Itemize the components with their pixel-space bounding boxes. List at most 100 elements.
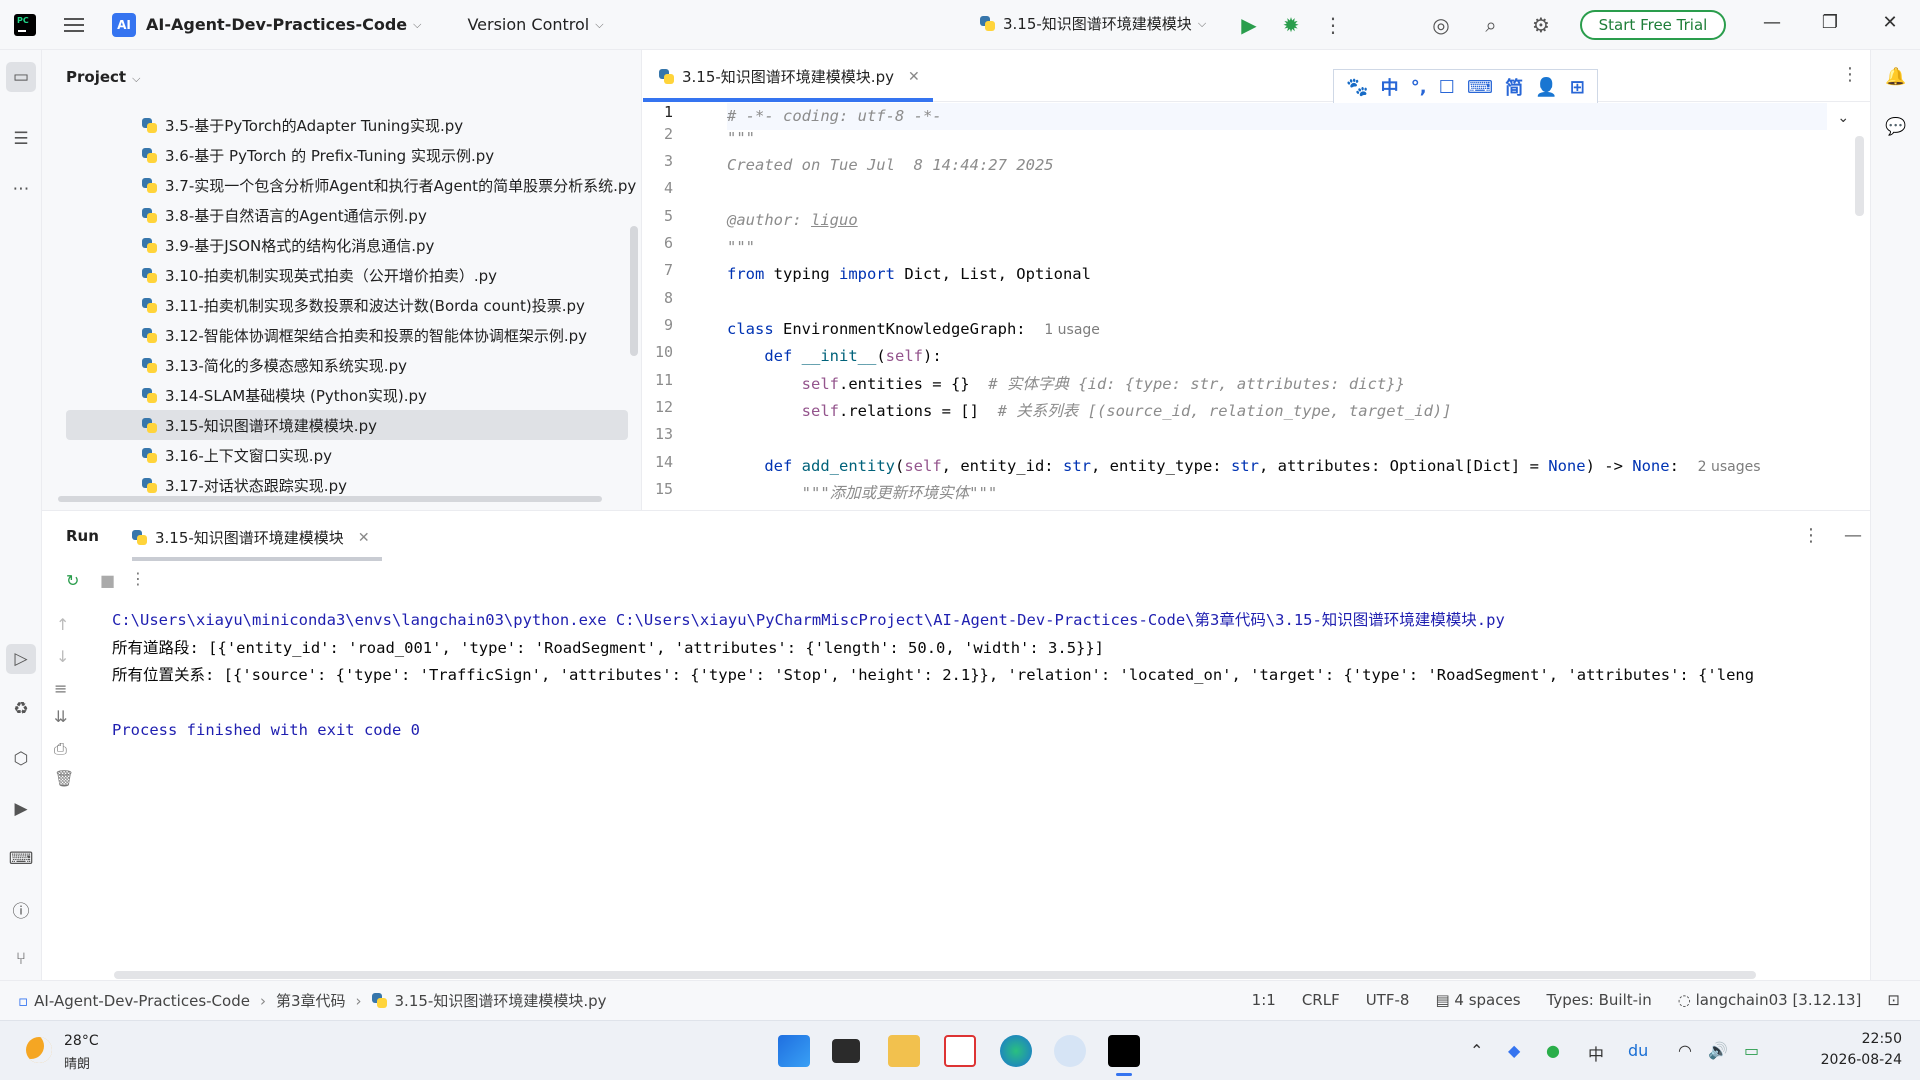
pycharm-taskbar-icon[interactable] bbox=[1108, 1035, 1140, 1067]
scroll-to-end-icon[interactable]: ⇊ bbox=[54, 707, 67, 726]
more-actions-icon[interactable]: ⋮ bbox=[130, 569, 146, 588]
hide-panel-icon[interactable]: — bbox=[1844, 525, 1862, 546]
lock-icon[interactable]: ⊡ bbox=[1887, 991, 1900, 1009]
ai-chat-icon[interactable]: 💬 bbox=[1881, 112, 1911, 142]
search-icon[interactable]: ⌕ bbox=[1478, 12, 1504, 38]
file-encoding[interactable]: UTF-8 bbox=[1366, 991, 1410, 1009]
main-menu-icon[interactable] bbox=[64, 17, 84, 32]
battery-icon[interactable]: ▭ bbox=[1744, 1041, 1759, 1060]
caret-position[interactable]: 1:1 bbox=[1252, 991, 1276, 1009]
tree-item-file[interactable]: 3.5-基于PyTorch的Adapter Tuning实现.py bbox=[42, 110, 641, 140]
tree-item-file[interactable]: 3.13-简化的多模态感知系统实现.py bbox=[42, 350, 641, 380]
assistant-app-icon[interactable] bbox=[1054, 1035, 1086, 1067]
chevron-down-icon[interactable]: ⌵ bbox=[413, 18, 421, 32]
more-options-icon[interactable]: ⋮ bbox=[1802, 525, 1820, 546]
git-icon[interactable]: ⑂ bbox=[6, 944, 36, 974]
tree-item-file[interactable]: 3.10-拍卖机制实现英式拍卖（公开增价拍卖）.py bbox=[42, 260, 641, 290]
tree-item-file[interactable]: 3.7-实现一个包含分析师Agent和执行者Agent的简单股票分析系统.py bbox=[42, 170, 641, 200]
editor-tab-active[interactable]: 3.15-知识图谱环境建模模块.py ✕ bbox=[659, 66, 920, 87]
project-folder-icon[interactable]: ▭ bbox=[6, 62, 36, 92]
terminal-icon[interactable]: ⌨ bbox=[6, 844, 36, 874]
ime-user-icon[interactable]: 👤 bbox=[1535, 77, 1557, 98]
tree-item-file[interactable]: 3.9-基于JSON格式的结构化消息通信.py bbox=[42, 230, 641, 260]
line-separator[interactable]: CRLF bbox=[1302, 991, 1340, 1009]
indent-setting[interactable]: ▤ 4 spaces bbox=[1435, 991, 1520, 1009]
breadcrumb-item[interactable]: 第3章代码 bbox=[276, 990, 346, 1011]
run-icon[interactable]: ▶ bbox=[1236, 12, 1262, 38]
run-tool-icon[interactable]: ▷ bbox=[6, 644, 36, 674]
wifi-icon[interactable]: ◠ bbox=[1678, 1041, 1692, 1060]
maximize-window-button[interactable]: ❐ bbox=[1818, 12, 1842, 33]
tray-overflow-chevron-icon[interactable]: ⌃ bbox=[1470, 1041, 1483, 1060]
project-name-dropdown[interactable]: AI-Agent-Dev-Practices-Code bbox=[146, 15, 407, 34]
tree-item-file[interactable]: 3.16-上下文窗口实现.py bbox=[42, 440, 641, 470]
ime-simplified-button[interactable]: 简 bbox=[1505, 74, 1523, 100]
console-output[interactable]: C:\Users\xiayu\miniconda3\envs\langchain… bbox=[112, 607, 1870, 947]
structure-icon[interactable]: ☰ bbox=[6, 124, 36, 154]
ime-punctuation-button[interactable]: °, bbox=[1411, 77, 1427, 98]
minimize-window-button[interactable]: — bbox=[1760, 12, 1784, 33]
run-panel-title[interactable]: Run bbox=[66, 527, 99, 545]
python-console-icon[interactable]: ⬡ bbox=[6, 744, 36, 774]
services-icon[interactable]: ▶ bbox=[6, 794, 36, 824]
breadcrumb-item[interactable]: 3.15-知识图谱环境建模模块.py bbox=[395, 990, 607, 1011]
clock-date[interactable]: 2026-08-24 bbox=[1812, 1052, 1902, 1068]
clock-time[interactable]: 22:50 bbox=[1812, 1031, 1902, 1047]
ime-grid-icon[interactable]: ⊞ bbox=[1570, 77, 1585, 98]
code-area[interactable]: # -*- coding: utf-8 -*- """ Created on T… bbox=[727, 103, 1847, 510]
run-config-dropdown[interactable]: 3.15-知识图谱环境建模模块 ⌵ bbox=[980, 13, 1206, 34]
close-window-button[interactable]: ✕ bbox=[1878, 12, 1902, 33]
usages-hint[interactable]: 1 usage bbox=[1044, 322, 1100, 338]
close-tab-icon[interactable]: ✕ bbox=[908, 69, 920, 85]
weather-condition[interactable]: 晴朗 bbox=[64, 1053, 90, 1072]
ime-indicator-icon[interactable]: 中 bbox=[1588, 1041, 1604, 1065]
breadcrumb-item[interactable]: AI-Agent-Dev-Practices-Code bbox=[34, 992, 250, 1010]
ime-fullwidth-button[interactable]: ☐ bbox=[1439, 77, 1455, 98]
tray-app-icon[interactable]: ◆ bbox=[1508, 1041, 1520, 1060]
tree-item-file[interactable]: 3.12-智能体协调框架结合拍卖和投票的智能体协调框架示例.py bbox=[42, 320, 641, 350]
project-panel-title[interactable]: Project ⌵ bbox=[66, 68, 140, 86]
editor-vertical-scrollbar[interactable] bbox=[1855, 136, 1864, 216]
ime-chinese-mode-button[interactable]: 中 bbox=[1381, 74, 1399, 100]
tree-item-file-selected[interactable]: 3.15-知识图谱环境建模模块.py bbox=[66, 410, 628, 440]
clear-trash-icon[interactable]: 🗑 bbox=[54, 769, 74, 788]
file-explorer-icon[interactable] bbox=[888, 1035, 920, 1067]
run-tab-active[interactable]: 3.15-知识图谱环境建模模块 ✕ bbox=[132, 527, 370, 548]
weather-moon-icon[interactable] bbox=[26, 1037, 52, 1063]
wechat-icon[interactable]: ● bbox=[1546, 1041, 1560, 1060]
arrow-down-icon[interactable]: ↓ bbox=[56, 647, 69, 666]
arrow-up-icon[interactable]: ↑ bbox=[56, 615, 69, 634]
tree-item-file[interactable]: 3.8-基于自然语言的Agent通信示例.py bbox=[42, 200, 641, 230]
tree-item-file[interactable]: 3.6-基于 PyTorch 的 Prefix-Tuning 实现示例.py bbox=[42, 140, 641, 170]
stop-icon[interactable]: ■ bbox=[100, 571, 115, 590]
soft-wrap-icon[interactable]: ≡ bbox=[54, 679, 67, 698]
rerun-icon[interactable]: ↻ bbox=[66, 571, 79, 590]
weather-temperature[interactable]: 28°C bbox=[64, 1033, 99, 1049]
python-packages-icon[interactable]: ♻ bbox=[6, 694, 36, 724]
project-horizontal-scrollbar[interactable] bbox=[58, 496, 602, 502]
tree-item-file[interactable]: 3.14-SLAM基础模块 (Python实现).py bbox=[42, 380, 641, 410]
python-interpreter[interactable]: ◌ langchain03 [3.12.13] bbox=[1678, 991, 1862, 1009]
type-checker[interactable]: Types: Built-in bbox=[1547, 991, 1652, 1009]
windows-start-icon[interactable] bbox=[778, 1035, 810, 1067]
version-control-dropdown[interactable]: Version Control bbox=[467, 15, 589, 34]
console-horizontal-scrollbar[interactable] bbox=[114, 971, 1756, 979]
ime-keyboard-icon[interactable]: ⌨ bbox=[1467, 77, 1493, 98]
tree-item-file[interactable]: 3.11-拍卖机制实现多数投票和波达计数(Borda count)投票.py bbox=[42, 290, 641, 320]
settings-gear-icon[interactable]: ⚙ bbox=[1528, 12, 1554, 38]
close-tab-icon[interactable]: ✕ bbox=[358, 530, 370, 546]
ai-assistant-icon[interactable]: ◎ bbox=[1428, 12, 1454, 38]
notifications-bell-icon[interactable]: 🔔 bbox=[1881, 62, 1911, 92]
print-icon[interactable]: ⎙ bbox=[54, 739, 67, 759]
ime-paw-icon[interactable]: 🐾 bbox=[1346, 77, 1368, 98]
usages-hint[interactable]: 2 usages bbox=[1698, 459, 1761, 475]
snipping-tool-icon[interactable] bbox=[944, 1035, 976, 1067]
task-view-icon[interactable] bbox=[832, 1039, 860, 1063]
more-tools-icon[interactable]: ⋯ bbox=[6, 174, 36, 204]
problems-icon[interactable]: ⓘ bbox=[6, 894, 36, 924]
project-vertical-scrollbar[interactable] bbox=[630, 226, 638, 356]
chevron-down-icon[interactable]: ⌵ bbox=[595, 18, 603, 32]
pycharm-logo-icon[interactable] bbox=[14, 13, 36, 36]
project-badge[interactable]: AI bbox=[112, 12, 136, 37]
start-free-trial-button[interactable]: Start Free Trial bbox=[1580, 10, 1726, 40]
